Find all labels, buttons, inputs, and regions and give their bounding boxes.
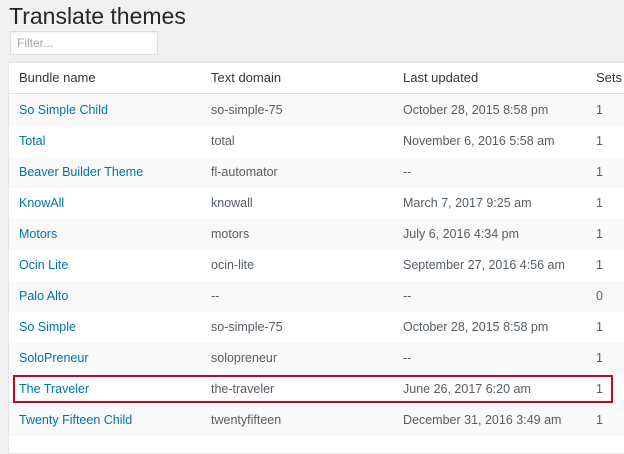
text-domain: solopreneur bbox=[211, 351, 278, 365]
table-row: So Simple Child so-simple-75 October 28,… bbox=[9, 95, 624, 126]
bundle-name-link[interactable]: Beaver Builder Theme bbox=[19, 157, 143, 188]
bundle-name-link[interactable]: Motors bbox=[19, 219, 57, 250]
last-updated: September 27, 2016 4:56 am bbox=[403, 258, 565, 272]
table-header-row: Bundle name Text domain Last updated Set… bbox=[9, 63, 624, 94]
last-updated: December 31, 2016 3:49 am bbox=[403, 413, 562, 427]
sets-count: 1 bbox=[596, 165, 603, 179]
text-domain: so-simple-75 bbox=[211, 320, 283, 334]
table-row: Twenty Fifteen Child twentyfifteen Decem… bbox=[9, 405, 624, 436]
bundle-name-link[interactable]: KnowAll bbox=[19, 188, 64, 219]
table-row: Motors motors July 6, 2016 4:34 pm 1 bbox=[9, 219, 624, 250]
text-domain: total bbox=[211, 134, 235, 148]
table-row: So Simple so-simple-75 October 28, 2015 … bbox=[9, 312, 624, 343]
text-domain: knowall bbox=[211, 196, 253, 210]
sets-count: 1 bbox=[596, 351, 603, 365]
sets-count: 1 bbox=[596, 196, 603, 210]
last-updated: -- bbox=[403, 351, 412, 365]
column-header-sets[interactable]: Sets bbox=[596, 63, 622, 93]
bundle-name-link[interactable]: Total bbox=[19, 126, 45, 157]
column-header-bundle-name[interactable]: Bundle name bbox=[19, 63, 96, 93]
bundles-table: Bundle name Text domain Last updated Set… bbox=[8, 62, 624, 454]
sets-count: 1 bbox=[596, 320, 603, 334]
sets-count: 1 bbox=[596, 382, 603, 396]
last-updated: -- bbox=[403, 165, 412, 179]
table-row: Ocin Lite ocin-lite September 27, 2016 4… bbox=[9, 250, 624, 281]
sets-count: 1 bbox=[596, 134, 603, 148]
page-title: Translate themes bbox=[9, 3, 186, 29]
bundle-name-link[interactable]: The Traveler bbox=[19, 374, 89, 405]
last-updated: October 28, 2015 8:58 pm bbox=[403, 320, 549, 334]
last-updated: October 28, 2015 8:58 pm bbox=[403, 103, 549, 117]
table-row: KnowAll knowall March 7, 2017 9:25 am 1 bbox=[9, 188, 624, 219]
bundle-name-link[interactable]: Ocin Lite bbox=[19, 250, 68, 281]
sets-count: 1 bbox=[596, 103, 603, 117]
filter-input[interactable] bbox=[10, 31, 158, 55]
bundle-name-link[interactable]: Palo Alto bbox=[19, 281, 68, 312]
text-domain: ocin-lite bbox=[211, 258, 255, 272]
sets-count: 0 bbox=[596, 289, 603, 303]
text-domain: -- bbox=[211, 289, 220, 303]
bundle-name-link[interactable]: SoloPreneur bbox=[19, 343, 89, 374]
sets-count: 1 bbox=[596, 258, 603, 272]
last-updated: July 6, 2016 4:34 pm bbox=[403, 227, 520, 241]
last-updated: March 7, 2017 9:25 am bbox=[403, 196, 532, 210]
table-row: Total total November 6, 2016 5:58 am 1 bbox=[9, 126, 624, 157]
bundle-name-link[interactable]: So Simple bbox=[19, 312, 76, 343]
bundle-name-link[interactable]: Twenty Fifteen Child bbox=[19, 405, 132, 436]
last-updated: -- bbox=[403, 289, 412, 303]
column-header-text-domain[interactable]: Text domain bbox=[211, 63, 281, 93]
table-row: Beaver Builder Theme fl-automator -- 1 bbox=[9, 157, 624, 188]
bundle-name-link[interactable]: So Simple Child bbox=[19, 95, 108, 126]
column-header-last-updated[interactable]: Last updated bbox=[403, 63, 478, 93]
text-domain: so-simple-75 bbox=[211, 103, 283, 117]
text-domain: fl-automator bbox=[211, 165, 278, 179]
table-row: SoloPreneur solopreneur -- 1 bbox=[9, 343, 624, 374]
table-row: The Traveler the-traveler June 26, 2017 … bbox=[9, 374, 624, 405]
last-updated: June 26, 2017 6:20 am bbox=[403, 382, 531, 396]
sets-count: 1 bbox=[596, 227, 603, 241]
text-domain: twentyfifteen bbox=[211, 413, 282, 427]
last-updated: November 6, 2016 5:58 am bbox=[403, 134, 555, 148]
text-domain: the-traveler bbox=[211, 382, 275, 396]
sets-count: 1 bbox=[596, 413, 603, 427]
table-row: Palo Alto -- -- 0 bbox=[9, 281, 624, 312]
text-domain: motors bbox=[211, 227, 250, 241]
